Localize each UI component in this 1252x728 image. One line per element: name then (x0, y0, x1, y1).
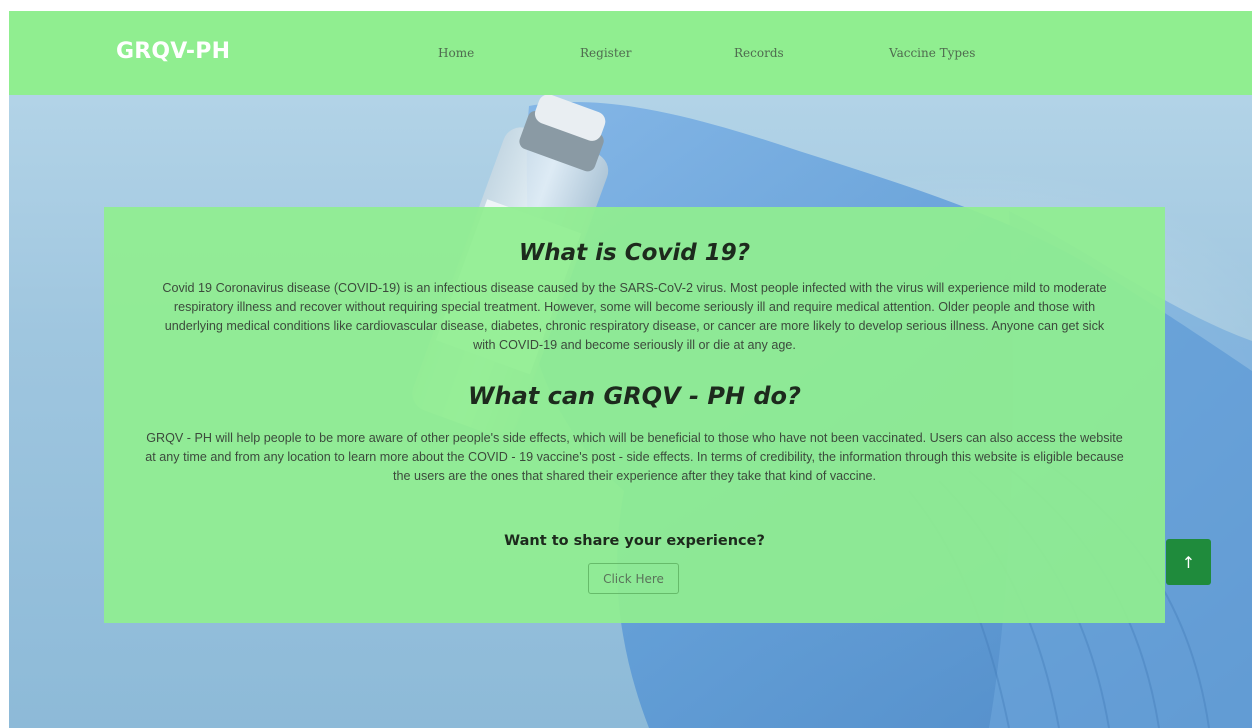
nav-link-home[interactable]: Home (438, 46, 474, 60)
grqv-title: What can GRQV - PH do? (468, 382, 801, 410)
nav-link-register[interactable]: Register (580, 46, 631, 60)
click-here-button[interactable]: Click Here (588, 563, 679, 594)
brand-logo[interactable]: GRQV-PH (116, 39, 230, 64)
covid-description: Covid 19 Coronavirus disease (COVID-19) … (162, 281, 1107, 352)
nav-link-vaccine-types[interactable]: Vaccine Types (889, 46, 975, 60)
info-card: What is Covid 19? Covid 19 Coronavirus d… (104, 207, 1165, 623)
navbar: GRQV-PH Home Register Records Vaccine Ty… (9, 11, 1252, 95)
arrow-up-icon: ↑ (1181, 552, 1196, 572)
share-question: Want to share your experience? (504, 533, 765, 549)
covid-title: What is Covid 19? (518, 240, 751, 266)
nav-link-records[interactable]: Records (734, 46, 784, 60)
scroll-to-top-button[interactable]: ↑ (1166, 539, 1211, 585)
grqv-description: GRQV - PH will help people to be more aw… (145, 431, 1124, 483)
page: GRQV-PH Home Register Records Vaccine Ty… (9, 11, 1252, 728)
